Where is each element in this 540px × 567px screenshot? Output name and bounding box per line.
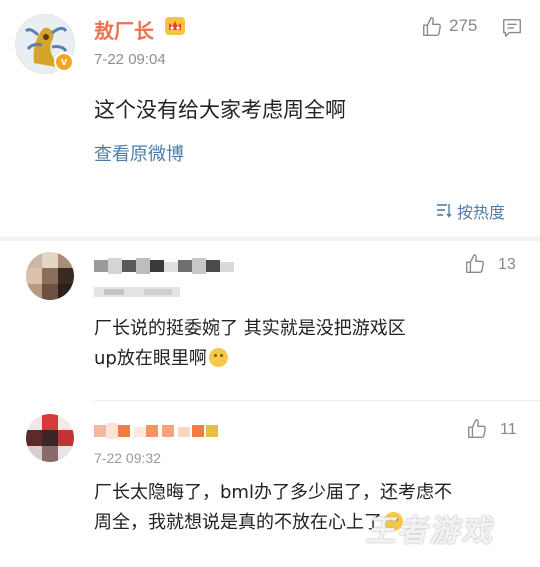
comment-text-span: 周全，我就想说是真的不放在心上了	[94, 512, 382, 533]
pixelated-avatar	[26, 252, 74, 300]
comment-text-line: 厂长说的挺委婉了 其实就是没把游戏区	[94, 318, 406, 339]
watermark-logo: 王者游戏	[364, 514, 499, 549]
comment-divider	[94, 400, 540, 401]
thumbs-up-icon[interactable]	[466, 418, 488, 440]
sort-icon[interactable]	[436, 202, 452, 218]
post-text: 这个没有给大家考虑周全啊	[94, 98, 346, 122]
comment-text-line: up放在眼里啊	[94, 344, 228, 374]
pixelated-avatar	[26, 414, 74, 462]
redacted-name-pixels	[94, 423, 218, 439]
comment-text-line: 厂长太隐晦了，bml办了多少届了，还考虑不	[94, 482, 452, 503]
crown-icon	[165, 17, 185, 35]
post-time: 7-22 09:04	[94, 51, 166, 68]
smile-emoji-icon	[208, 348, 228, 367]
verified-badge-icon: v	[54, 52, 74, 72]
post-like-count: 275	[449, 16, 478, 35]
thumbs-up-icon[interactable]	[464, 253, 486, 275]
comment-time: 7-22 09:32	[94, 450, 161, 466]
comment-username-redacted[interactable]	[94, 256, 234, 276]
redacted-name-pixels	[94, 258, 234, 274]
section-divider	[0, 237, 540, 241]
sort-by-hot-button[interactable]: 按热度	[457, 199, 505, 223]
comment-avatar[interactable]	[26, 414, 74, 462]
post-username[interactable]: 敖厂长	[94, 15, 154, 44]
comment-avatar[interactable]	[26, 252, 74, 300]
thumbs-up-icon[interactable]	[421, 16, 443, 38]
comment-username-redacted[interactable]	[94, 421, 218, 441]
comment-time-redacted	[94, 284, 180, 298]
comment-like-count: 11	[500, 421, 517, 438]
comment-like-count: 13	[498, 256, 516, 273]
comment-icon[interactable]	[501, 17, 523, 39]
comment-text-span: up放在眼里啊	[94, 348, 207, 369]
redacted-time-pixels	[94, 287, 180, 297]
comment-text-line: 周全，我就想说是真的不放在心上了	[94, 508, 403, 538]
view-original-link[interactable]: 查看原微博	[94, 140, 184, 166]
